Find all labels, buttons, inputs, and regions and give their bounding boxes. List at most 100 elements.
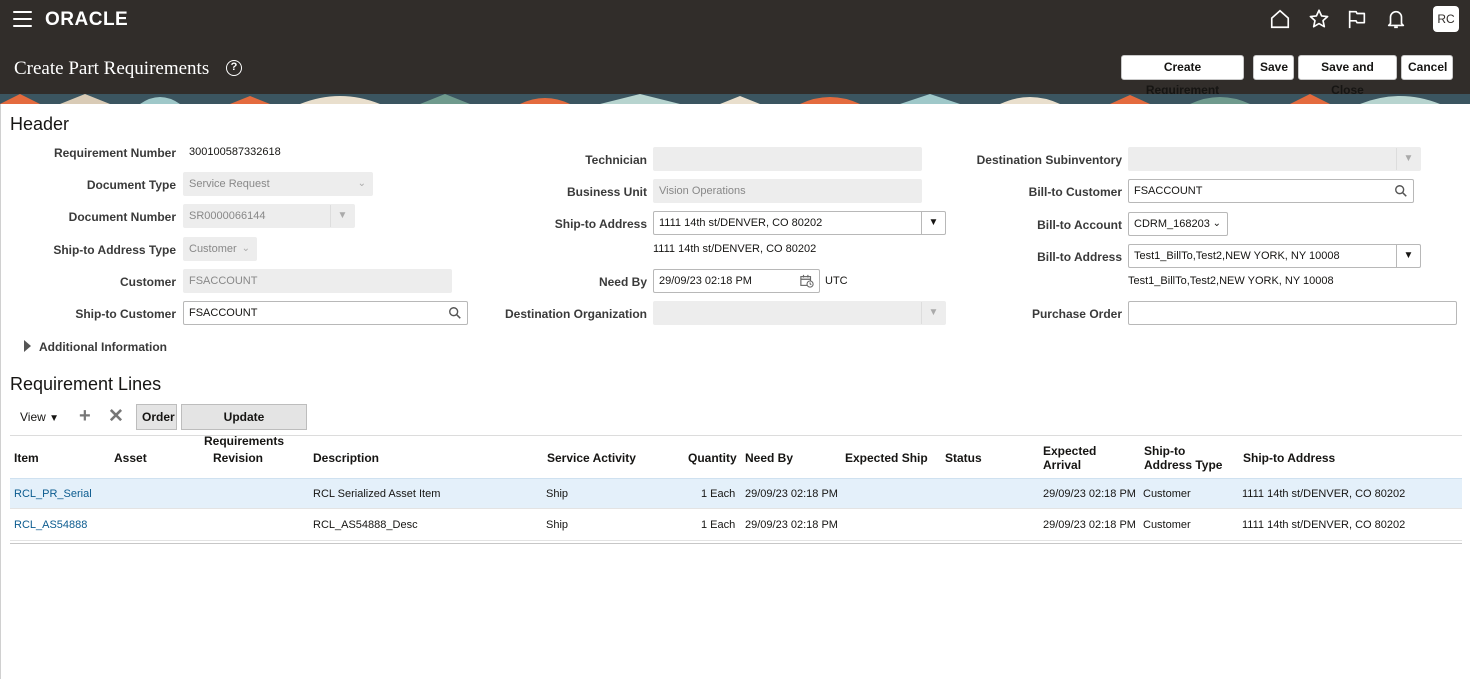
ship-to-address-display: 1111 14th st/DENVER, CO 80202 (653, 243, 817, 255)
cell-ship-to-type: Customer (1143, 488, 1191, 500)
need-by-label: Need By (598, 275, 647, 289)
col-header-ship-to-address[interactable]: Ship-to Address (1243, 451, 1335, 465)
search-icon[interactable] (1394, 184, 1408, 198)
col-header-expected-ship[interactable]: Expected Ship (845, 451, 928, 465)
col-header-ship-to-address-type[interactable]: Ship-to Address Type (1144, 444, 1222, 472)
ship-to-customer-input[interactable]: FSACCOUNT (183, 301, 468, 325)
col-header-status[interactable]: Status (945, 451, 982, 465)
cell-quantity: 1 Each (701, 488, 736, 500)
ship-to-address-type-label: Ship-to Address Type (53, 243, 176, 257)
cell-service-activity: Ship (546, 519, 569, 531)
table-top-border (10, 435, 1462, 436)
calendar-clock-icon[interactable] (800, 274, 814, 288)
col-header-revision[interactable]: Revision (213, 451, 263, 465)
cell-description: RCL_AS54888_Desc (313, 519, 418, 531)
page-title-bar: Create Part Requirements ? Create Requir… (0, 38, 1470, 97)
update-requirements-button[interactable]: Update Requirements (181, 404, 307, 448)
item-link[interactable]: RCL_PR_Serial (14, 488, 92, 500)
table-row[interactable]: RCL_PR_Serial RCL Serialized Asset Item … (10, 478, 1462, 509)
flag-icon[interactable] (1346, 8, 1370, 30)
destination-organization-label: Destination Organization (504, 307, 647, 321)
ship-to-address-select[interactable]: 1111 14th st/DENVER, CO 80202 ▼ (653, 211, 946, 235)
cell-expected-arrival: 29/09/23 02:18 PM (1043, 519, 1136, 531)
table-row[interactable]: RCL_AS54888 RCL_AS54888_Desc Ship 1 Each… (10, 510, 1462, 541)
requirement-number-value: 300100587332618 (189, 146, 281, 158)
additional-information-toggle[interactable]: Additional Information (39, 340, 167, 354)
create-requirement-button[interactable]: Create Requirement (1121, 55, 1244, 97)
document-type-select[interactable]: Service Request ⌄ (183, 172, 373, 196)
col-header-quantity[interactable]: Quantity (688, 451, 737, 465)
dropdown-arrow-icon[interactable]: ▼ (921, 212, 945, 234)
decorative-banner (0, 94, 1470, 104)
document-number-label: Document Number (68, 210, 176, 224)
requirement-lines-title: Requirement Lines (10, 374, 162, 394)
user-avatar[interactable]: RC (1433, 6, 1459, 32)
col-header-asset[interactable]: Asset (114, 451, 147, 465)
ship-to-address-label: Ship-to Address (554, 217, 647, 231)
global-header: ORACLE RC (0, 0, 1470, 38)
notifications-bell-icon[interactable] (1385, 8, 1409, 30)
oracle-logo[interactable]: ORACLE (45, 9, 128, 31)
business-unit-label: Business Unit (566, 185, 647, 199)
col-header-expected-arrival[interactable]: Expected Arrival (1043, 444, 1096, 472)
caret-down-icon: ▼ (49, 413, 60, 424)
order-button[interactable]: Order (136, 404, 177, 430)
ship-to-customer-label: Ship-to Customer (75, 307, 176, 321)
dropdown-arrow-icon[interactable]: ▼ (1396, 148, 1420, 170)
add-icon[interactable]: + (79, 405, 91, 428)
cell-ship-to-address: 1111 14th st/DENVER, CO 80202 (1242, 488, 1406, 500)
item-link[interactable]: RCL_AS54888 (14, 519, 87, 531)
ship-to-address-type-select[interactable]: Customer ⌄ (183, 237, 257, 261)
bill-to-address-display: Test1_BillTo,Test2,NEW YORK, NY 10008 (1128, 275, 1334, 287)
cell-ship-to-type: Customer (1143, 519, 1191, 531)
need-by-date-input[interactable]: 29/09/23 02:18 PM (653, 269, 820, 293)
cell-ship-to-address: 1111 14th st/DENVER, CO 80202 (1242, 519, 1406, 531)
view-menu[interactable]: View ▼ (20, 410, 59, 424)
document-number-field[interactable]: SR0000066144 ▼ (183, 204, 355, 228)
cell-service-activity: Ship (546, 488, 569, 500)
cell-description: RCL Serialized Asset Item (313, 488, 441, 500)
menu-icon[interactable] (13, 11, 32, 27)
col-header-description[interactable]: Description (313, 451, 379, 465)
bill-to-address-select[interactable]: Test1_BillTo,Test2,NEW YORK, NY 10008 ▼ (1128, 244, 1421, 268)
business-unit-field: Vision Operations (653, 179, 922, 203)
delete-icon[interactable]: ✕ (108, 405, 124, 428)
chevron-down-icon: ⌄ (1212, 218, 1221, 229)
home-icon[interactable] (1269, 8, 1293, 30)
col-header-need-by[interactable]: Need By (745, 451, 793, 465)
cell-expected-arrival: 29/09/23 02:18 PM (1043, 488, 1136, 500)
technician-label: Technician (585, 153, 647, 167)
requirement-number-label: Requirement Number (53, 146, 176, 160)
save-button[interactable]: Save (1253, 55, 1294, 80)
chevron-down-icon: ⌄ (357, 178, 366, 189)
expand-triangle-icon[interactable] (24, 340, 31, 352)
cell-quantity: 1 Each (701, 519, 736, 531)
customer-label: Customer (119, 275, 176, 289)
purchase-order-input[interactable] (1128, 301, 1457, 325)
purchase-order-label: Purchase Order (1031, 307, 1122, 321)
bill-to-customer-input[interactable]: FSACCOUNT (1128, 179, 1414, 203)
col-header-service-activity[interactable]: Service Activity (547, 451, 636, 465)
bill-to-address-label: Bill-to Address (1037, 250, 1122, 264)
cell-need-by: 29/09/23 02:18 PM (745, 488, 838, 500)
col-header-item[interactable]: Item (14, 451, 39, 465)
technician-field (653, 147, 922, 171)
destination-organization-select[interactable]: ▼ (653, 301, 946, 325)
bill-to-account-select[interactable]: CDRM_168203 ⌄ (1128, 212, 1228, 236)
need-by-timezone: UTC (825, 275, 848, 287)
page-title: Create Part Requirements (14, 58, 210, 79)
dropdown-arrow-icon[interactable]: ▼ (330, 205, 354, 227)
cancel-button[interactable]: Cancel (1401, 55, 1453, 80)
destination-subinventory-select[interactable]: ▼ (1128, 147, 1421, 171)
bill-to-customer-label: Bill-to Customer (1028, 185, 1122, 199)
search-icon[interactable] (448, 306, 462, 320)
dropdown-arrow-icon[interactable]: ▼ (921, 302, 945, 324)
dropdown-arrow-icon[interactable]: ▼ (1396, 245, 1420, 267)
cell-need-by: 29/09/23 02:18 PM (745, 519, 838, 531)
header-section-title: Header (10, 114, 70, 134)
save-and-close-button[interactable]: Save and Close (1298, 55, 1397, 97)
favorites-star-icon[interactable] (1308, 8, 1332, 30)
table-bottom-border (10, 543, 1462, 544)
help-icon[interactable]: ? (226, 60, 242, 76)
document-type-label: Document Type (86, 178, 176, 192)
